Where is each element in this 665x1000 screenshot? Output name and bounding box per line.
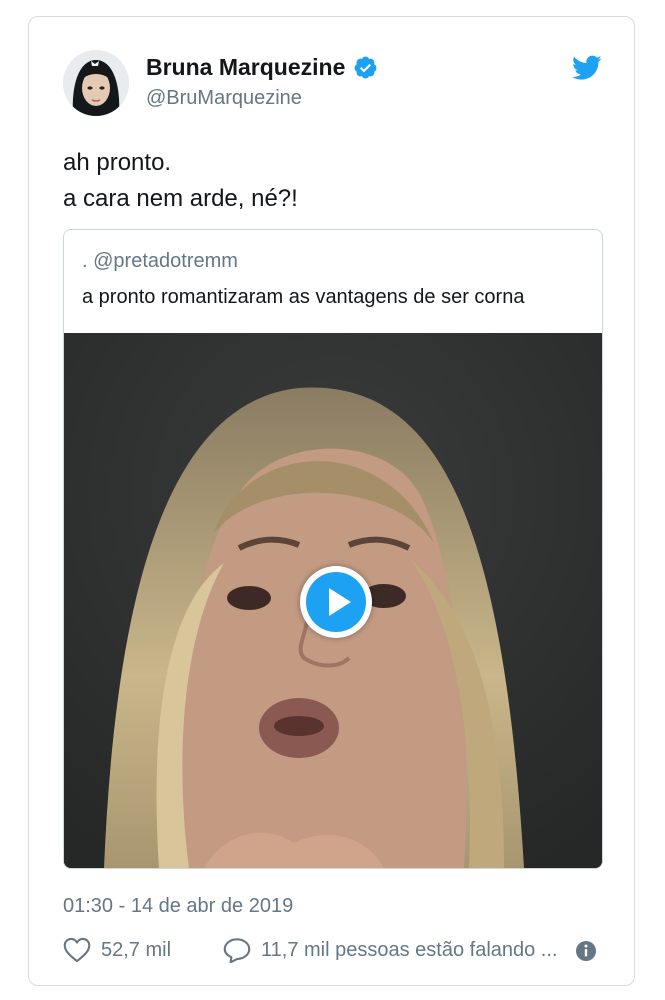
- conversation-link[interactable]: 11,7 mil pessoas estão falando ...: [223, 937, 557, 963]
- video-thumbnail[interactable]: [64, 333, 602, 868]
- tweet-text: ah pronto. a cara nem arde, né?!: [63, 145, 298, 217]
- quoted-tweet-header: . @pretadotremm: [82, 250, 238, 273]
- speech-bubble-icon: [223, 938, 251, 963]
- author-handle[interactable]: @BruMarquezine: [146, 87, 302, 110]
- tweet-text-line: ah pronto.: [63, 149, 172, 176]
- quoted-tweet-text: a pronto romantizaram as vantagens de se…: [82, 286, 525, 308]
- quoted-tweet[interactable]: . @pretadotremm a pronto romantizaram as…: [63, 229, 603, 869]
- conversation-text: 11,7 mil pessoas estão falando ...: [261, 938, 558, 961]
- author-name[interactable]: Bruna Marquezine: [146, 54, 378, 81]
- play-icon: [306, 572, 366, 632]
- like-button[interactable]: 52,7 mil: [63, 937, 171, 963]
- verified-badge-icon: [353, 55, 378, 80]
- heart-icon: [63, 937, 91, 963]
- avatar[interactable]: [63, 50, 129, 116]
- twitter-bird-icon[interactable]: [571, 55, 602, 81]
- tweet-timestamp[interactable]: 01:30 - 14 de abr de 2019: [63, 895, 293, 918]
- like-count: 52,7 mil: [101, 938, 172, 961]
- quoted-author-handle[interactable]: @pretadotremm: [93, 250, 238, 272]
- quoted-author-name[interactable]: .: [82, 250, 88, 272]
- tweet-card: Bruna Marquezine @BruMarquezine ah pront…: [28, 16, 635, 986]
- tweet-actions: 52,7 mil 11,7 mil pessoas estão falando …: [63, 937, 603, 967]
- tweet-text-line: a cara nem arde, né?!: [63, 185, 298, 212]
- info-icon[interactable]: [575, 940, 597, 962]
- play-button[interactable]: [300, 566, 372, 638]
- author-name-text[interactable]: Bruna Marquezine: [146, 54, 345, 81]
